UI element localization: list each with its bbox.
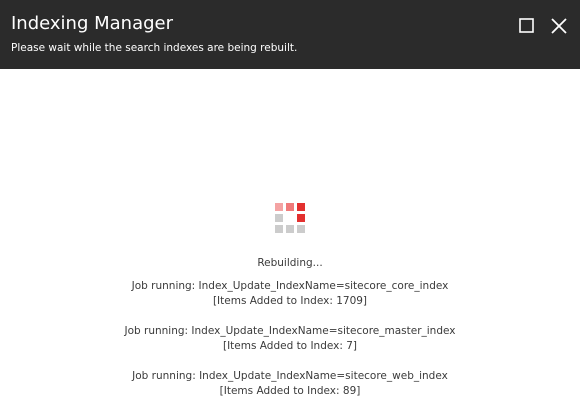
maximize-button[interactable]: [516, 15, 538, 37]
job-item: Job running: Index_Update_IndexName=site…: [0, 369, 580, 399]
job-line: Job running: Index_Update_IndexName=site…: [132, 370, 448, 382]
spinner-square: [275, 203, 283, 211]
job-item: Job running: Index_Update_IndexName=site…: [0, 279, 580, 309]
spinner-square: [286, 203, 294, 211]
spinner-square: [275, 214, 283, 222]
close-icon: [551, 18, 567, 34]
job-item: Job running: Index_Update_IndexName=site…: [0, 324, 580, 354]
spinner-square: [297, 203, 305, 211]
job-line: Job running: Index_Update_IndexName=site…: [131, 280, 449, 292]
spinner-square: [286, 225, 294, 233]
job-count: [Items Added to Index: 89]: [219, 385, 361, 397]
spinner-square: [297, 225, 305, 233]
maximize-icon: [519, 18, 534, 33]
loading-spinner-icon: [275, 203, 305, 233]
spinner-square: [297, 214, 305, 222]
close-button[interactable]: [548, 15, 570, 37]
dialog-title: Indexing Manager: [11, 13, 174, 34]
dialog-subtitle: Please wait while the search indexes are…: [11, 42, 298, 54]
status-text: Rebuilding...: [257, 257, 323, 269]
spinner-square: [275, 225, 283, 233]
job-count: [Items Added to Index: 7]: [222, 340, 358, 352]
job-line: Job running: Index_Update_IndexName=site…: [124, 325, 456, 337]
job-count: [Items Added to Index: 1709]: [212, 295, 368, 307]
progress-content: Rebuilding... Job running: Index_Update_…: [0, 256, 580, 402]
dialog-header: Indexing Manager Please wait while the s…: [0, 0, 580, 69]
indexing-manager-dialog: Indexing Manager Please wait while the s…: [0, 0, 580, 402]
